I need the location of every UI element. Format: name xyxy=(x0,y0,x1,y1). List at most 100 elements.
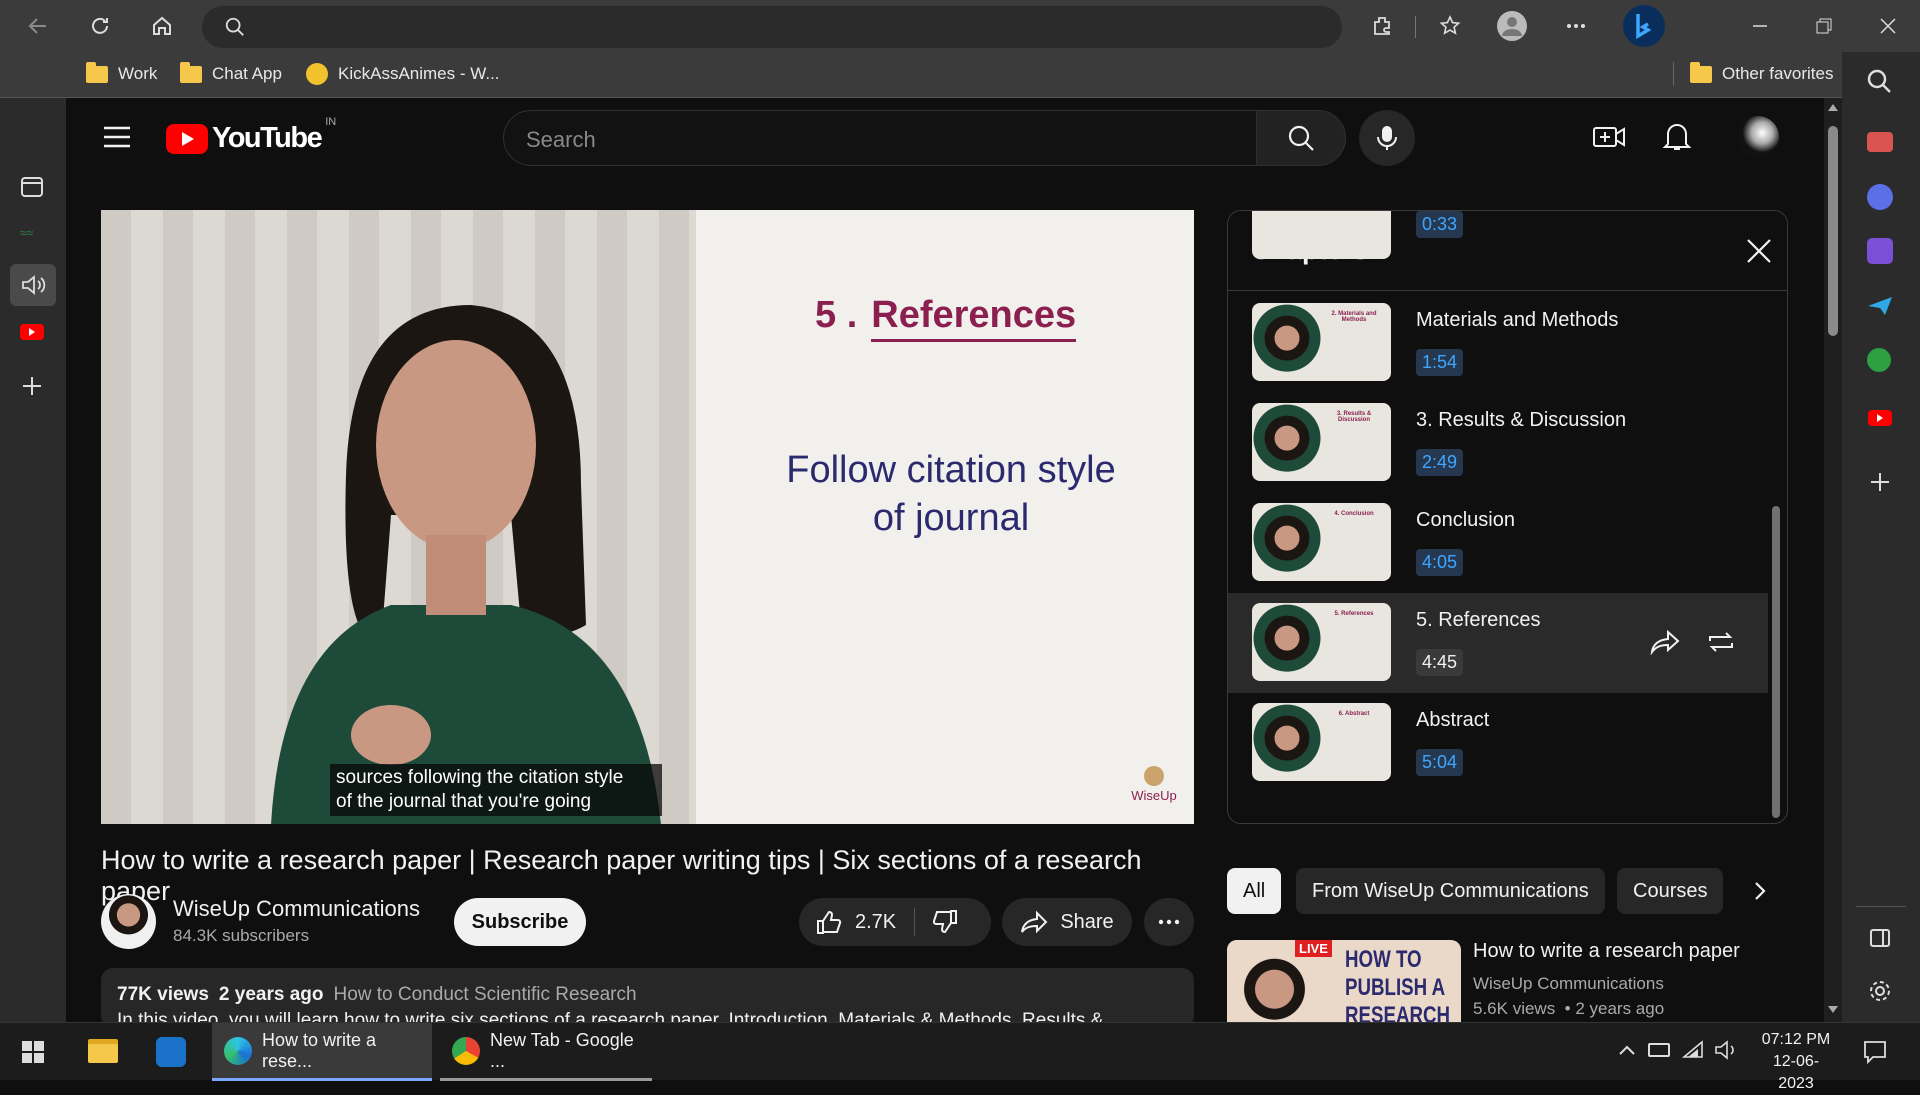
description-box[interactable]: 77K views 2 years ago How to Conduct Sci… xyxy=(101,968,1194,1028)
search-button[interactable] xyxy=(1256,110,1346,166)
tab-favicon-icon[interactable]: ≈≈ xyxy=(20,226,44,240)
other-favorites[interactable]: Other favorites xyxy=(1690,60,1834,88)
windows-start-icon[interactable] xyxy=(22,1041,44,1063)
copilot-icon[interactable] xyxy=(1867,184,1893,210)
close-window-icon[interactable] xyxy=(1872,10,1904,42)
youtube-tab-icon[interactable] xyxy=(18,322,46,342)
new-tab-plus-icon[interactable] xyxy=(20,374,44,398)
playlist-link[interactable]: How to Conduct Scientific Research xyxy=(333,984,636,1006)
minimize-icon[interactable] xyxy=(1744,10,1776,42)
hamburger-menu-icon[interactable] xyxy=(102,124,132,150)
games-icon[interactable] xyxy=(1867,348,1891,372)
chapter-time: 2:49 xyxy=(1416,449,1464,476)
chapter-thumbnail-presenter xyxy=(1252,303,1322,381)
recommendation-channel[interactable]: WiseUp Communications xyxy=(1473,974,1664,994)
extensions-icon[interactable] xyxy=(1366,10,1398,42)
taskbar-chrome-window[interactable]: New Tab - Google ... xyxy=(440,1023,652,1081)
favorite-work[interactable]: Work xyxy=(86,60,157,88)
send-icon[interactable] xyxy=(1867,296,1893,316)
chips-next-button[interactable] xyxy=(1738,868,1782,914)
tab-actions-icon[interactable] xyxy=(18,174,46,198)
chip-courses[interactable]: Courses xyxy=(1617,868,1724,914)
chapter-title: Conclusion xyxy=(1416,509,1515,531)
clock[interactable]: 07:12 PM 12-06-2023 xyxy=(1756,1029,1836,1095)
wifi-icon[interactable] xyxy=(1682,1039,1706,1061)
like-count: 2.7K xyxy=(855,910,897,933)
battery-icon[interactable] xyxy=(1648,1043,1670,1057)
chip-all[interactable]: All xyxy=(1227,868,1282,914)
youtube-region-code: IN xyxy=(325,116,337,128)
more-dots-icon[interactable] xyxy=(1560,10,1592,42)
audio-tab-speaker-icon[interactable] xyxy=(10,264,56,306)
subscribe-button[interactable]: Subscribe xyxy=(454,898,586,946)
other-favorites-label: Other favorites xyxy=(1722,64,1834,83)
crown-icon xyxy=(306,63,328,85)
sidebar-search-icon[interactable] xyxy=(1866,68,1892,94)
video-player[interactable]: 5 . References Follow citation style of … xyxy=(101,210,1194,824)
account-avatar[interactable] xyxy=(1737,116,1779,158)
chapter-row[interactable]: 5. References 5. References 4:45 xyxy=(1228,593,1768,693)
presenter-image xyxy=(271,305,661,824)
chapter-loop-icon[interactable] xyxy=(1706,629,1736,655)
share-label: Share xyxy=(1060,910,1114,933)
scrollbar-thumb[interactable] xyxy=(1828,126,1838,336)
taskbar-edge-window[interactable]: How to write a rese... xyxy=(212,1023,432,1081)
chapter-row[interactable]: 3. Results & Discussion 3. Results & Disc… xyxy=(1228,393,1768,493)
clock-date: 12-06-2023 xyxy=(1772,1053,1820,1092)
thumbnail-text-line: RESEARCH xyxy=(1345,1002,1451,1022)
scroll-up-arrow-icon[interactable] xyxy=(1828,104,1838,111)
sidebar-add-icon[interactable] xyxy=(1868,470,1892,494)
channel-avatar[interactable] xyxy=(101,894,156,949)
search-input[interactable]: Search xyxy=(503,110,1257,166)
task-label: How to write a rese... xyxy=(262,1029,377,1071)
file-explorer-icon[interactable] xyxy=(88,1039,118,1063)
profile-avatar-icon[interactable] xyxy=(1496,10,1528,42)
sidebar-youtube-icon[interactable] xyxy=(1866,408,1894,428)
chapter-time: 1:54 xyxy=(1416,349,1464,376)
chapter-share-icon[interactable] xyxy=(1650,629,1680,655)
restore-icon[interactable] xyxy=(1808,10,1840,42)
share-button[interactable]: Share xyxy=(1002,898,1132,946)
volume-icon[interactable] xyxy=(1714,1039,1738,1061)
dislike-button[interactable] xyxy=(915,909,959,935)
split-screen-icon[interactable] xyxy=(1868,926,1892,950)
upload-age: 2 years ago xyxy=(218,984,324,1005)
recommendation-thumbnail[interactable]: LIVE HOW TO PUBLISH A RESEARCH xyxy=(1227,940,1461,1022)
chapter-thumbnail: 5. References xyxy=(1252,603,1391,681)
chapters-scrollbar-thumb[interactable] xyxy=(1772,506,1780,818)
back-icon[interactable] xyxy=(22,10,54,42)
chapter-row[interactable]: 4. Conclusion Conclusion 4:05 xyxy=(1228,493,1768,593)
settings-gear-icon[interactable] xyxy=(1867,978,1893,1004)
chapter-thumbnail-heading: 2. Materials and Methods xyxy=(1331,311,1377,323)
favorite-kickassanimes[interactable]: KickAssAnimes - W... xyxy=(306,60,500,88)
watermark-text: WiseUp xyxy=(1131,788,1177,803)
like-button[interactable]: 2.7K xyxy=(799,898,896,946)
bing-copilot-icon[interactable] xyxy=(1622,4,1666,48)
refresh-icon[interactable] xyxy=(84,10,116,42)
chip-from-wiseup[interactable]: From WiseUp Communications xyxy=(1296,868,1605,914)
favorite-chat-app[interactable]: Chat App xyxy=(180,60,282,88)
favorites-bar xyxy=(0,52,1920,98)
create-video-icon[interactable] xyxy=(1592,122,1626,152)
chapter-row-partial[interactable]: 0:33 xyxy=(1228,211,1768,291)
mail-app-icon[interactable] xyxy=(156,1037,186,1067)
scroll-down-arrow-icon[interactable] xyxy=(1828,1006,1838,1013)
page-scrollbar[interactable] xyxy=(1824,98,1842,1022)
chapter-row[interactable]: 6. Abstract Abstract 5:04 xyxy=(1228,693,1768,793)
recommendation-title[interactable]: How to write a research paper xyxy=(1473,940,1740,963)
tools-briefcase-icon[interactable] xyxy=(1867,132,1893,152)
notification-center-icon[interactable] xyxy=(1862,1039,1888,1065)
youtube-logo[interactable]: YouTube IN xyxy=(166,116,336,155)
notifications-bell-icon[interactable] xyxy=(1662,120,1692,152)
folder-icon xyxy=(86,61,108,83)
address-bar[interactable] xyxy=(202,6,1342,48)
tray-chevron-up-icon[interactable] xyxy=(1618,1043,1636,1057)
voice-search-button[interactable] xyxy=(1359,110,1415,166)
more-actions-button[interactable] xyxy=(1144,898,1194,946)
home-icon[interactable] xyxy=(146,10,178,42)
channel-name[interactable]: WiseUp Communications xyxy=(173,896,420,922)
chapter-row[interactable]: 2. Materials and Methods Materials and Me… xyxy=(1228,293,1768,393)
designer-icon[interactable] xyxy=(1867,238,1893,264)
clock-time: 07:12 PM xyxy=(1761,1031,1831,1048)
favorites-star-icon[interactable] xyxy=(1434,10,1466,42)
